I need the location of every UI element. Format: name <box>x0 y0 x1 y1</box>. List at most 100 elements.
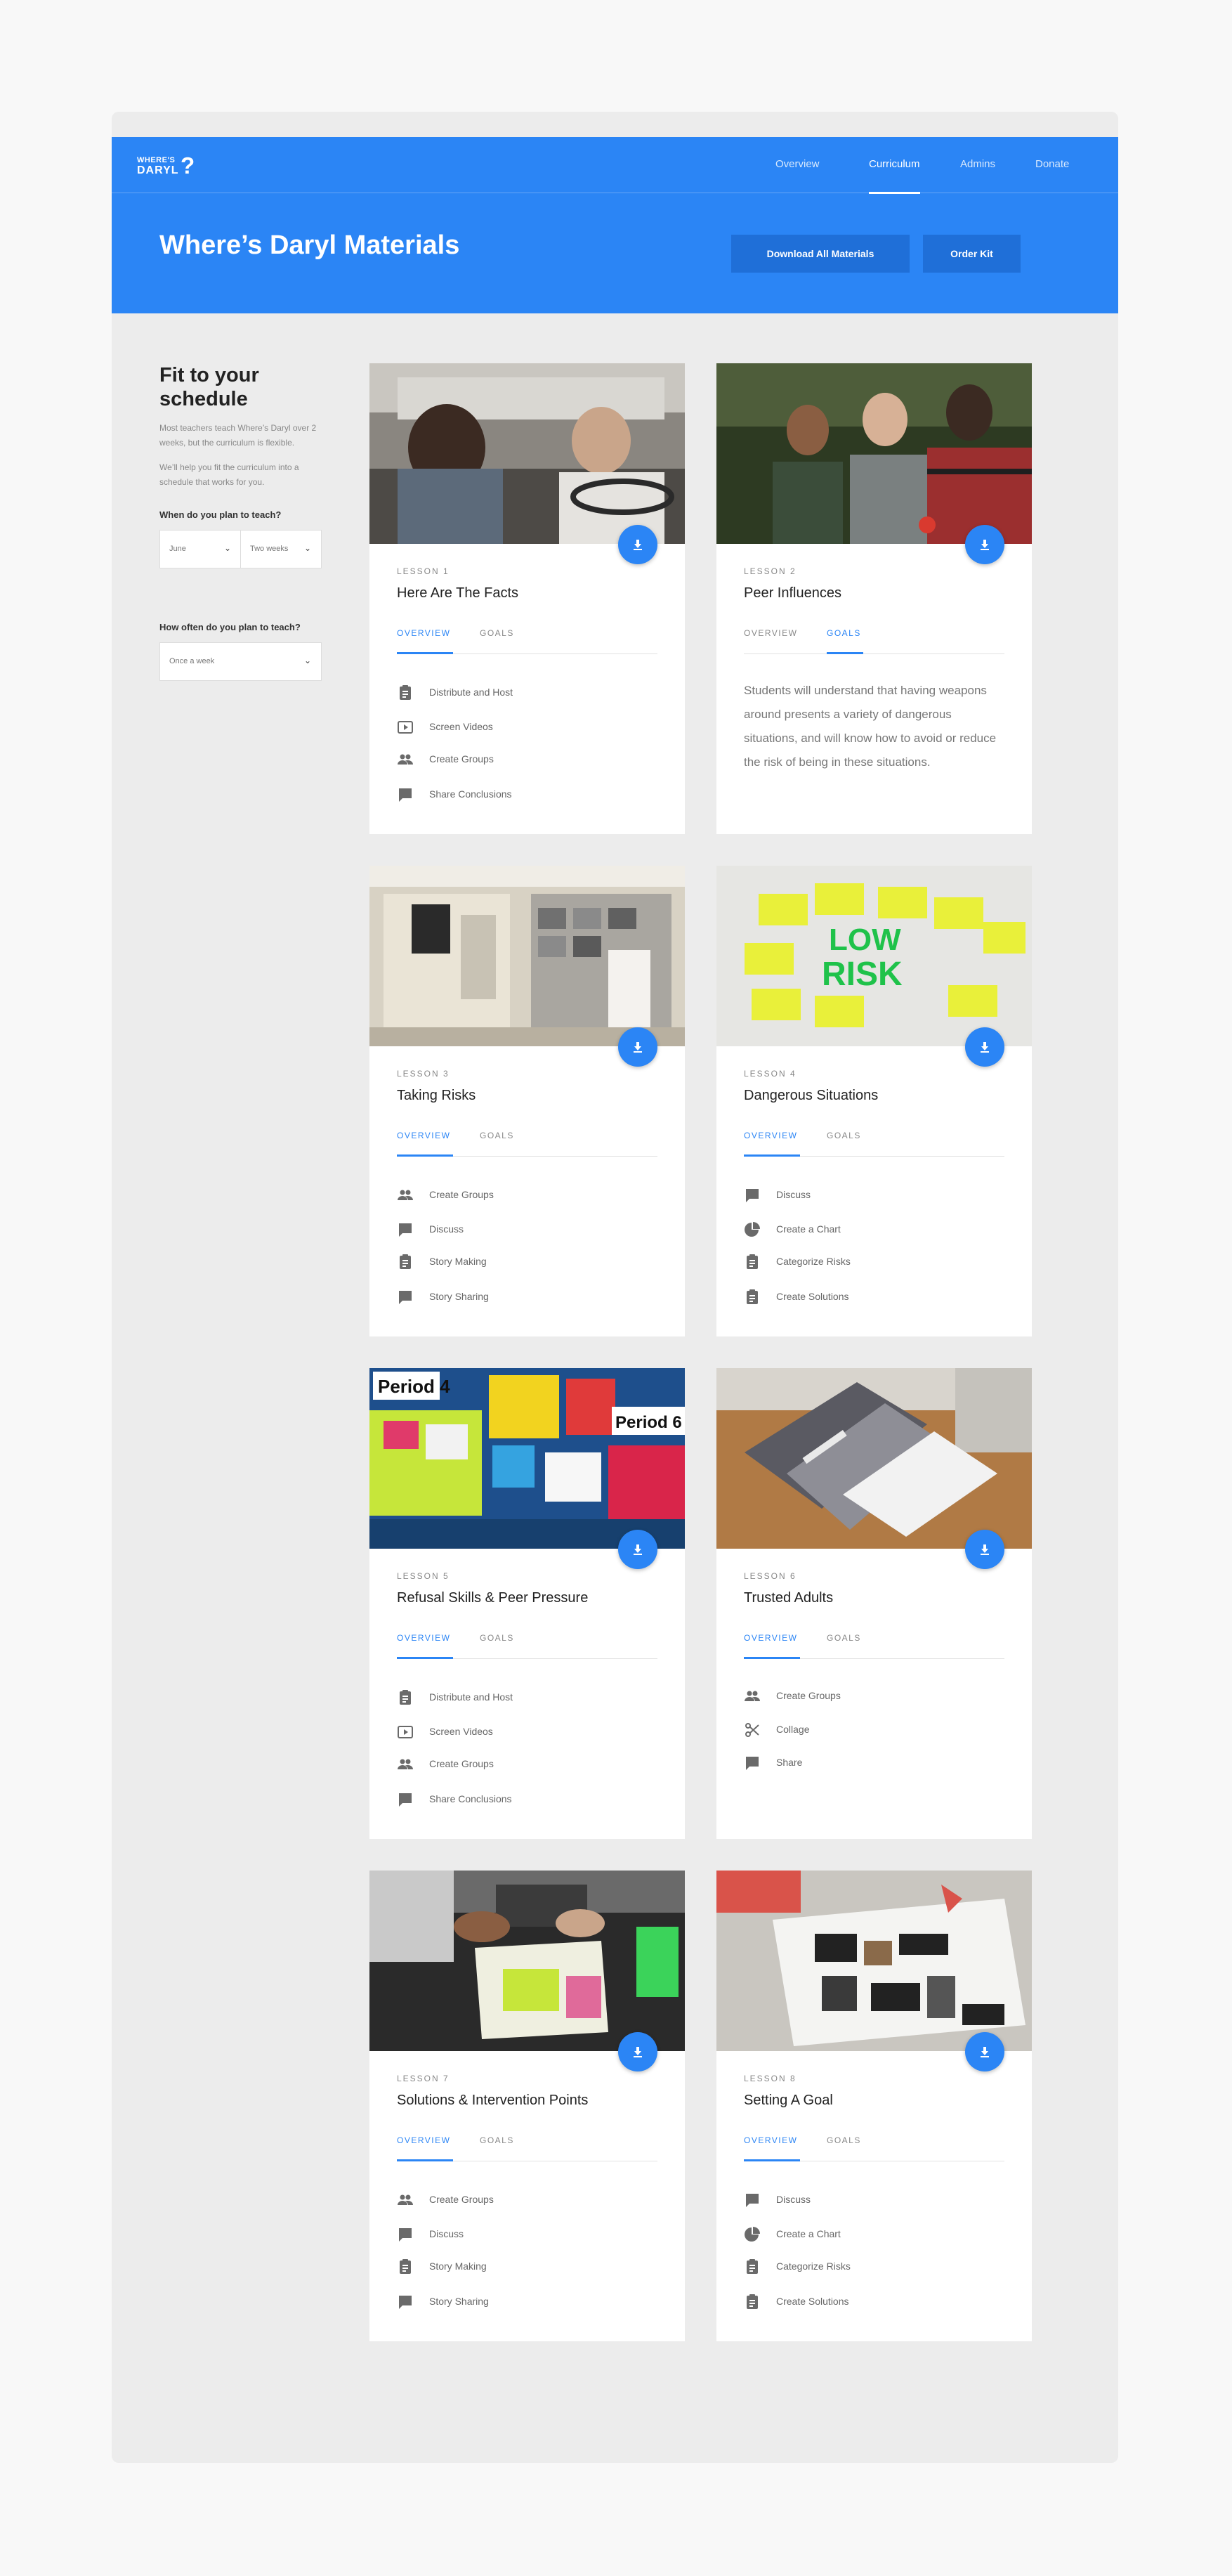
active-tab-indicator <box>827 652 863 654</box>
nav-curriculum[interactable]: Curriculum <box>869 158 920 194</box>
tab-goals[interactable]: GOALS <box>480 1131 514 1140</box>
activity-label: Create Groups <box>776 1690 841 1701</box>
tab-goals[interactable]: GOALS <box>827 1633 861 1643</box>
lesson-card: LESSON 3 Taking Risks OVERVIEW GOALS Create … <box>369 866 685 1336</box>
active-tab-indicator <box>397 652 453 654</box>
download-button[interactable] <box>965 1027 1004 1067</box>
tab-overview[interactable]: OVERVIEW <box>744 1131 797 1140</box>
page-frame: WHERE'S DARYL ? Overview Curriculum Admi… <box>112 112 1118 2463</box>
page-title: Where’s Daryl Materials <box>159 230 460 260</box>
order-kit-button[interactable]: Order Kit <box>923 235 1021 273</box>
duration-select[interactable]: Two weeks ⌄ <box>240 530 322 568</box>
download-button[interactable] <box>965 2032 1004 2071</box>
chevron-down-icon: ⌄ <box>303 543 311 553</box>
activity-label: Distribute and Host <box>429 687 513 698</box>
download-button[interactable] <box>618 1530 657 1569</box>
download-all-button[interactable]: Download All Materials <box>731 235 910 273</box>
activity-label: Create Solutions <box>776 2296 849 2307</box>
tab-overview[interactable]: OVERVIEW <box>744 1633 797 1643</box>
activity-label: Share Conclusions <box>429 788 512 800</box>
download-icon <box>634 1544 642 1555</box>
download-icon <box>981 1042 989 1053</box>
goals-text: Students will understand that having wea… <box>744 684 997 769</box>
clipboard-icon <box>747 1254 758 1269</box>
frequency-select[interactable]: Once a week ⌄ <box>159 642 322 681</box>
svg-text:Period 4: Period 4 <box>378 1376 450 1397</box>
clipboard-icon <box>400 1690 411 1705</box>
header: WHERE'S DARYL ? Overview Curriculum Admi… <box>112 137 1118 313</box>
tab-goals[interactable]: GOALS <box>480 628 514 638</box>
activity-label: Discuss <box>776 1189 811 1200</box>
activity-label: Create Groups <box>429 2194 494 2205</box>
lesson-card: LESSON 6 Trusted Adults OVERVIEW GOALS Creat… <box>716 1368 1032 1839</box>
download-icon <box>981 540 989 550</box>
nav-donate[interactable]: Donate <box>1035 158 1069 172</box>
download-icon <box>981 1544 989 1555</box>
download-button[interactable] <box>965 1530 1004 1569</box>
activity-label: Create Groups <box>429 753 494 765</box>
group-icon <box>398 2194 413 2205</box>
tab-goals[interactable]: GOALS <box>480 2135 514 2145</box>
tab-overview[interactable]: OVERVIEW <box>744 628 797 638</box>
activity-label: Screen Videos <box>429 1726 493 1737</box>
lesson-card: LESSON 8 Setting A Goal OVERVIEW GOALS Discu… <box>716 1871 1032 2341</box>
sidebar-title: Fit to your schedule <box>159 364 259 410</box>
lesson-image: Period 4 Period 6 <box>369 1368 685 1549</box>
month-select[interactable]: June ⌄ <box>159 530 242 568</box>
chat-icon <box>399 788 412 802</box>
activity-label: Categorize Risks <box>776 1256 851 1267</box>
nav-admins[interactable]: Admins <box>960 158 995 172</box>
download-icon <box>634 1042 642 1053</box>
active-tab-indicator <box>397 1154 453 1157</box>
tab-overview[interactable]: OVERVIEW <box>397 1131 450 1140</box>
clipboard-icon <box>747 2259 758 2274</box>
when-teach-label: When do you plan to teach? <box>159 509 282 520</box>
activity-label: Distribute and Host <box>429 1691 513 1703</box>
activity-label: Story Sharing <box>429 1291 489 1302</box>
download-button[interactable] <box>618 525 657 564</box>
lesson-number: LESSON 6 <box>744 1571 797 1581</box>
lesson-number: LESSON 7 <box>397 2074 450 2083</box>
lesson-title: Dangerous Situations <box>744 1088 879 1103</box>
active-tab-indicator <box>744 1657 800 1659</box>
tab-goals[interactable]: GOALS <box>827 2135 861 2145</box>
chat-icon <box>746 1757 759 1770</box>
chat-icon <box>399 1793 412 1807</box>
tab-overview[interactable]: OVERVIEW <box>744 2135 797 2145</box>
active-tab-indicator <box>744 1154 800 1157</box>
play-video-icon <box>398 1726 413 1738</box>
chat-icon <box>399 1291 412 1304</box>
lesson-title: Trusted Adults <box>744 1590 834 1606</box>
clipboard-icon <box>747 2294 758 2309</box>
clipboard-icon <box>747 1289 758 1304</box>
tab-overview[interactable]: OVERVIEW <box>397 628 450 638</box>
lesson-image <box>369 363 685 544</box>
chat-icon <box>746 2194 759 2207</box>
play-video-icon <box>398 721 413 734</box>
month-select-value: June <box>169 545 186 553</box>
sidebar-text-2: We’ll help you fit the curriculum into a… <box>159 462 299 487</box>
download-button[interactable] <box>618 1027 657 1067</box>
tab-overview[interactable]: OVERVIEW <box>397 1633 450 1643</box>
lesson-number: LESSON 1 <box>397 566 450 576</box>
download-button[interactable] <box>618 2032 657 2071</box>
lesson-card: LOW RISK LESSON 4 Dangerous Situations OVERV… <box>716 866 1032 1336</box>
activity-label: Discuss <box>429 2228 464 2239</box>
download-icon <box>634 540 642 550</box>
download-button[interactable] <box>965 525 1004 564</box>
nav-overview[interactable]: Overview <box>775 158 820 172</box>
lesson-title: Setting A Goal <box>744 2093 833 2108</box>
tab-overview[interactable]: OVERVIEW <box>397 2135 450 2145</box>
lesson-title: Taking Risks <box>397 1088 476 1103</box>
lesson-title: Here Are The Facts <box>397 585 519 601</box>
clipboard-icon <box>400 2259 411 2274</box>
lesson-image <box>716 1871 1032 2051</box>
activity-label: Create Groups <box>429 1189 494 1200</box>
schedule-sidebar: Fit to your schedule Most teachers teach… <box>159 363 322 681</box>
activity-label: Story Sharing <box>429 2296 489 2307</box>
group-icon <box>398 1759 413 1769</box>
tab-goals[interactable]: GOALS <box>827 628 861 638</box>
tab-goals[interactable]: GOALS <box>480 1633 514 1643</box>
tab-goals[interactable]: GOALS <box>827 1131 861 1140</box>
logo[interactable]: WHERE'S DARYL ? <box>137 154 196 179</box>
